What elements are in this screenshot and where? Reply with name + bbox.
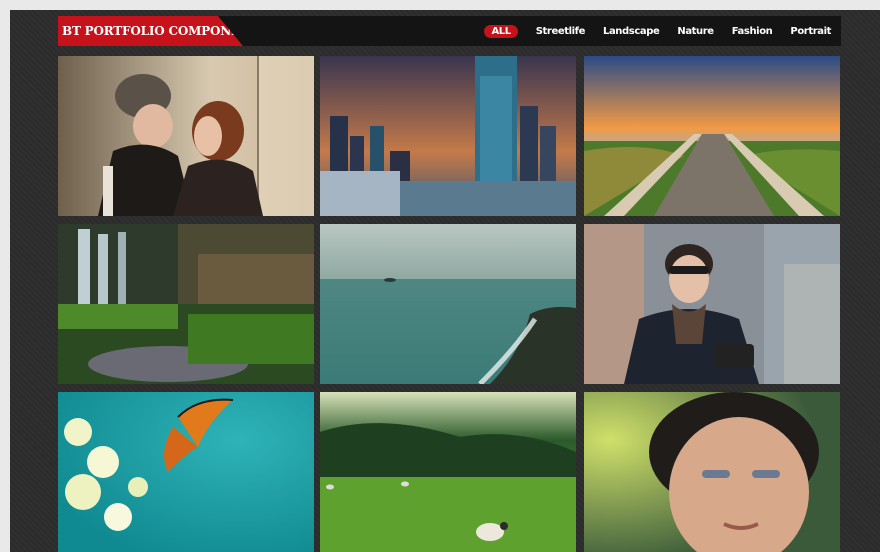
sheep-field-photo — [320, 392, 576, 552]
man-with-camera-photo — [584, 224, 840, 384]
filter-nature[interactable]: Nature — [677, 26, 714, 37]
portfolio-item-portrait[interactable] — [584, 392, 840, 552]
filter-nav: ALL Streetlife Landscape Nature Fashion … — [484, 16, 831, 46]
filter-portrait[interactable]: Portrait — [790, 26, 831, 37]
filter-landscape[interactable]: Landscape — [603, 26, 660, 37]
butterfly-flowers-photo — [58, 392, 314, 552]
portfolio-item-waterfall[interactable] — [58, 224, 314, 384]
brand-title: BT PORTFOLIO COMPONENT — [58, 16, 243, 46]
beach-boardwalk-photo — [584, 56, 840, 216]
ocean-coast-photo — [320, 224, 576, 384]
portfolio-item-couple[interactable] — [58, 56, 314, 216]
city-skyline-photo — [320, 56, 576, 216]
portfolio-item-photographer[interactable] — [584, 224, 840, 384]
filter-streetlife[interactable]: Streetlife — [536, 26, 586, 37]
filter-fashion[interactable]: Fashion — [732, 26, 773, 37]
portfolio-item-ocean[interactable] — [320, 224, 576, 384]
filter-all[interactable]: ALL — [484, 24, 518, 38]
portfolio-item-city[interactable] — [320, 56, 576, 216]
portfolio-item-boardwalk[interactable] — [584, 56, 840, 216]
waterfall-photo — [58, 224, 314, 384]
portfolio-item-butterfly[interactable] — [58, 392, 314, 552]
couple-photo — [58, 56, 314, 216]
portfolio-frame: BT PORTFOLIO COMPONENT ALL Streetlife La… — [10, 10, 880, 552]
top-bar: BT PORTFOLIO COMPONENT ALL Streetlife La… — [58, 16, 841, 46]
portfolio-item-sheep[interactable] — [320, 392, 576, 552]
man-portrait-photo — [584, 392, 840, 552]
